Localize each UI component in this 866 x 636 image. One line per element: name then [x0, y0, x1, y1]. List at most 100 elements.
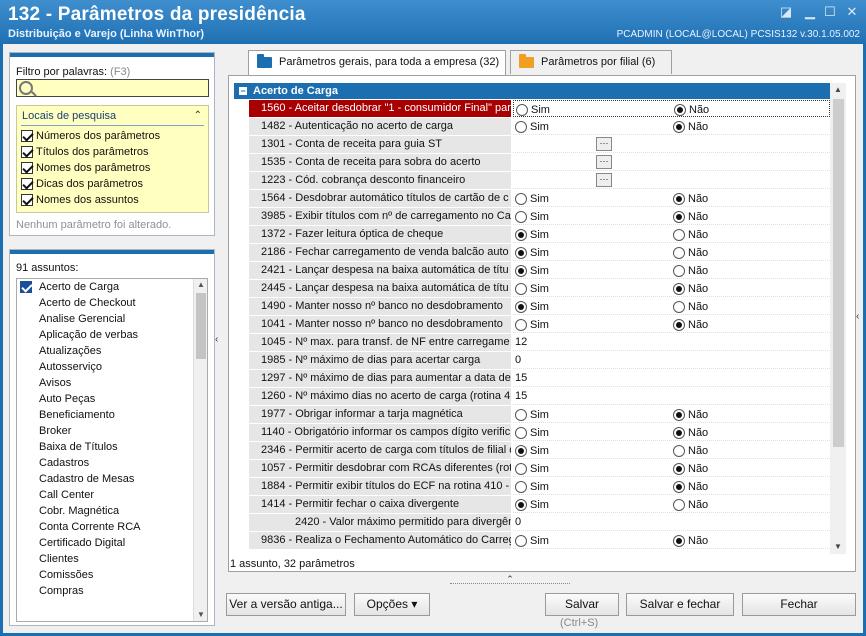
radio-button[interactable]	[516, 104, 528, 116]
close-button[interactable]: Fechar	[742, 593, 856, 616]
subject-item[interactable]: Beneficiamento	[17, 407, 195, 423]
radio-button[interactable]	[673, 427, 685, 439]
param-value-cell[interactable]: 12	[513, 334, 830, 351]
param-value-cell[interactable]: Sim Não	[513, 424, 830, 441]
param-row[interactable]: 1045 - Nº max. para transf. de NF entre …	[234, 334, 830, 352]
radio-button[interactable]	[674, 104, 686, 116]
subject-item[interactable]: Acerto de Carga	[17, 279, 195, 295]
param-value-cell[interactable]: ···	[513, 172, 830, 189]
subject-item[interactable]: Compras	[17, 583, 195, 599]
param-row[interactable]: 1564 - Desdobrar automático títulos de c…	[234, 190, 830, 208]
radio-button[interactable]	[515, 283, 527, 295]
save-close-button[interactable]: Salvar e fechar	[626, 593, 734, 616]
param-row[interactable]: 2421 - Lançar despesa na baixa automátic…	[234, 262, 830, 280]
param-radio-nao[interactable]: Não	[673, 192, 708, 206]
scroll-thumb[interactable]	[833, 99, 844, 447]
radio-button[interactable]	[515, 481, 527, 493]
subject-item[interactable]: Call Center	[17, 487, 195, 503]
subject-item[interactable]: Broker	[17, 423, 195, 439]
search-location-option[interactable]: Números dos parâmetros	[21, 128, 160, 144]
param-radio-sim[interactable]: Sim	[515, 120, 549, 134]
chevron-up-icon[interactable]: ⌃	[506, 574, 514, 584]
param-radio-sim[interactable]: Sim	[516, 103, 550, 117]
param-value-cell[interactable]: Sim Não	[513, 118, 830, 135]
radio-button[interactable]	[673, 247, 685, 259]
checkbox[interactable]	[21, 146, 33, 158]
param-radio-sim[interactable]: Sim	[515, 210, 549, 224]
param-radio-sim[interactable]: Sim	[515, 534, 549, 548]
param-value-cell[interactable]: Sim Não	[513, 262, 830, 279]
param-value-cell[interactable]: ···	[513, 154, 830, 171]
options-button[interactable]: Opções ▾	[354, 593, 430, 616]
subjects-scrollbar[interactable]: ▲ ▼	[193, 279, 207, 621]
radio-button[interactable]	[515, 121, 527, 133]
param-row[interactable]: 1301 - Conta de receita para guia ST ···	[234, 136, 830, 154]
subject-item[interactable]: Avisos	[17, 375, 195, 391]
param-radio-sim[interactable]: Sim	[515, 264, 549, 278]
param-row[interactable]: 1884 - Permitir exibir títulos do ECF na…	[234, 478, 830, 496]
collapse-icon[interactable]: −	[239, 87, 247, 96]
param-value-cell[interactable]: 0	[513, 514, 830, 531]
scroll-up-icon[interactable]: ▲	[830, 83, 846, 97]
param-row[interactable]: 2420 - Valor máximo permitido para diver…	[234, 514, 830, 532]
param-radio-sim[interactable]: Sim	[515, 318, 549, 332]
param-value-cell[interactable]: Sim Não	[513, 532, 830, 549]
param-row[interactable]: 2186 - Fechar carregamento de venda balc…	[234, 244, 830, 262]
param-value-cell[interactable]: Sim Não	[513, 100, 830, 117]
minimize-icon[interactable]: ▁	[802, 5, 818, 19]
param-radio-sim[interactable]: Sim	[515, 282, 549, 296]
param-radio-sim[interactable]: Sim	[515, 300, 549, 314]
param-radio-nao[interactable]: Não	[673, 210, 708, 224]
old-version-button[interactable]: Ver a versão antiga...	[226, 593, 346, 616]
filter-input[interactable]	[16, 79, 209, 97]
param-row[interactable]: 1223 - Cód. cobrança desconto financeiro…	[234, 172, 830, 190]
param-row[interactable]: 1041 - Manter nosso nº banco no desdobra…	[234, 316, 830, 334]
scroll-down-icon[interactable]: ▼	[194, 609, 207, 621]
scroll-down-icon[interactable]: ▼	[830, 540, 846, 554]
save-button[interactable]: Salvar	[545, 593, 619, 616]
param-value[interactable]: 0	[515, 352, 521, 369]
param-radio-sim[interactable]: Sim	[515, 228, 549, 242]
param-radio-nao[interactable]: Não	[673, 480, 708, 494]
radio-button[interactable]	[673, 265, 685, 277]
radio-button[interactable]	[673, 409, 685, 421]
search-location-option[interactable]: Dicas dos parâmetros	[21, 176, 143, 192]
param-value-cell[interactable]: Sim Não	[513, 280, 830, 297]
subject-item[interactable]: Conta Corrente RCA	[17, 519, 195, 535]
param-radio-nao[interactable]: Não	[673, 462, 708, 476]
search-location-option[interactable]: Títulos dos parâmetros	[21, 144, 149, 160]
radio-button[interactable]	[673, 211, 685, 223]
radio-button[interactable]	[673, 535, 685, 547]
param-value-cell[interactable]: Sim Não	[513, 208, 830, 225]
subject-item[interactable]: Autosserviço	[17, 359, 195, 375]
param-value-cell[interactable]: Sim Não	[513, 496, 830, 513]
param-row[interactable]: 1140 - Obrigatório informar os campos dí…	[234, 424, 830, 442]
radio-button[interactable]	[515, 409, 527, 421]
param-row[interactable]: 1560 - Aceitar desdobrar "1 - consumidor…	[234, 100, 830, 118]
param-radio-sim[interactable]: Sim	[515, 426, 549, 440]
param-value-cell[interactable]: Sim Não	[513, 442, 830, 459]
subject-item[interactable]: Cadastro de Mesas	[17, 471, 195, 487]
radio-button[interactable]	[515, 211, 527, 223]
param-value-cell[interactable]: Sim Não	[513, 316, 830, 333]
radio-button[interactable]	[515, 499, 527, 511]
param-row[interactable]: 1985 - Nº máximo de dias para acertar ca…	[234, 352, 830, 370]
param-radio-sim[interactable]: Sim	[515, 480, 549, 494]
param-radio-nao[interactable]: Não	[673, 426, 708, 440]
subject-item[interactable]: Certificado Digital	[17, 535, 195, 551]
radio-button[interactable]	[515, 535, 527, 547]
param-radio-nao[interactable]: Não	[673, 300, 708, 314]
subject-item[interactable]: Auto Peças	[17, 391, 195, 407]
radio-button[interactable]	[515, 193, 527, 205]
radio-button[interactable]	[673, 463, 685, 475]
chevron-left-icon[interactable]: ‹	[856, 311, 859, 322]
checkbox[interactable]	[20, 281, 32, 293]
param-value-cell[interactable]: Sim Não	[513, 460, 830, 477]
param-radio-nao[interactable]: Não	[674, 103, 709, 117]
param-value-cell[interactable]: Sim Não	[513, 226, 830, 243]
param-row[interactable]: 1490 - Manter nosso nº banco no desdobra…	[234, 298, 830, 316]
left-splitter[interactable]: ‹	[215, 244, 223, 364]
subject-item[interactable]: Cobr. Magnética	[17, 503, 195, 519]
radio-button[interactable]	[673, 319, 685, 331]
param-value[interactable]: 0	[515, 514, 521, 531]
